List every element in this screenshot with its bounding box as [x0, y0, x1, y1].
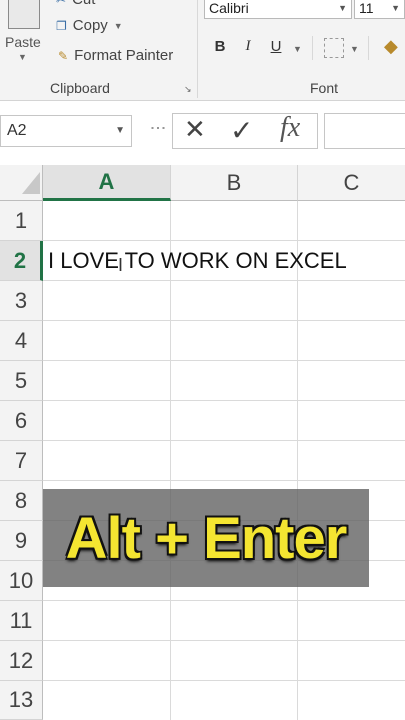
column-header-b[interactable]: B [171, 165, 298, 201]
font-name-combobox[interactable]: Calibri ▼ [204, 0, 352, 19]
ribbon-divider [197, 0, 198, 98]
ribbon-divider [368, 36, 369, 60]
cell-a2-text: I LOVE TO WORK ON EXCEL [48, 248, 347, 273]
row-header-1[interactable]: 1 [0, 201, 43, 241]
row-header-2[interactable]: 2 [0, 241, 43, 281]
underline-button[interactable]: U [265, 38, 287, 55]
scissors-icon: ✂ [56, 0, 66, 7]
row-header-10[interactable]: 10 [0, 561, 43, 601]
row-header-9[interactable]: 9 [0, 521, 43, 561]
column-header-c[interactable]: C [298, 165, 405, 201]
row-header-7[interactable]: 7 [0, 441, 43, 481]
cancel-icon[interactable]: ✕ [184, 114, 206, 145]
text-cursor-icon: I [118, 255, 124, 275]
row-header-13[interactable]: 13 [0, 681, 43, 720]
name-box-dropdown-icon[interactable]: ▼ [115, 116, 125, 146]
row-header-6[interactable]: 6 [0, 401, 43, 441]
column-header-a[interactable]: A [43, 165, 171, 201]
copy-label: Copy [72, 17, 108, 34]
name-box[interactable]: A2 ▼ [0, 115, 132, 147]
clipboard-group-label: Clipboard [50, 80, 110, 96]
format-painter-label: Format Painter [74, 47, 174, 64]
cell-a1[interactable] [43, 201, 170, 240]
font-size-value: 11 [359, 0, 374, 16]
row-header-8[interactable]: 8 [0, 481, 43, 521]
format-painter-button[interactable]: ✎ Format Painter [58, 47, 173, 64]
enter-icon[interactable]: ✓ [230, 114, 253, 147]
caption-text: Alt + Enter [65, 505, 348, 571]
format-painter-icon: ✎ [58, 48, 69, 63]
cut-button[interactable]: ✂ Cut [56, 0, 95, 8]
gridline [43, 600, 405, 601]
gridline [43, 320, 405, 321]
gridline [43, 400, 405, 401]
row-header-11[interactable]: 11 [0, 601, 43, 641]
copy-button[interactable]: ❐ Copy ▼ [56, 17, 123, 34]
italic-button[interactable]: I [237, 38, 259, 55]
paste-dropdown-icon[interactable]: ▼ [18, 52, 27, 62]
gridline [43, 480, 405, 481]
font-name-value: Calibri [209, 0, 249, 16]
gridline [43, 360, 405, 361]
copy-dropdown-icon[interactable]: ▼ [114, 21, 123, 31]
paste-icon[interactable] [8, 0, 40, 29]
row-header-5[interactable]: 5 [0, 361, 43, 401]
paste-button[interactable]: Paste [5, 34, 41, 50]
font-size-combobox[interactable]: 11 ▼ [354, 0, 405, 19]
insert-function-icon[interactable]: fx [280, 112, 300, 144]
borders-dropdown-icon[interactable]: ▼ [350, 44, 359, 54]
fill-color-icon[interactable]: ◆ [384, 36, 398, 57]
row-header-4[interactable]: 4 [0, 321, 43, 361]
font-group-label: Font [310, 80, 339, 96]
formula-input[interactable] [324, 113, 405, 149]
copy-icon: ❐ [56, 18, 67, 33]
gridline [43, 680, 405, 681]
select-all-triangle-icon [22, 172, 40, 194]
row-header-3[interactable]: 3 [0, 281, 43, 321]
name-box-value: A2 [7, 122, 27, 139]
formula-bar-grip-icon[interactable]: ⋮ [148, 120, 167, 134]
borders-icon[interactable] [324, 38, 344, 58]
row-header-12[interactable]: 12 [0, 641, 43, 681]
font-name-dropdown-icon[interactable]: ▼ [338, 0, 347, 18]
ribbon-divider [312, 36, 313, 60]
underline-dropdown-icon[interactable]: ▼ [293, 44, 302, 54]
bold-button[interactable]: B [209, 38, 231, 55]
gridline [43, 440, 405, 441]
clipboard-dialog-launcher-icon[interactable]: ↘ [184, 84, 192, 95]
gridline [43, 640, 405, 641]
font-size-dropdown-icon[interactable]: ▼ [391, 0, 400, 18]
cut-label: Cut [72, 0, 95, 8]
ribbon: Paste ▼ ✂ Cut ❐ Copy ▼ ✎ Format Painter … [0, 0, 405, 101]
